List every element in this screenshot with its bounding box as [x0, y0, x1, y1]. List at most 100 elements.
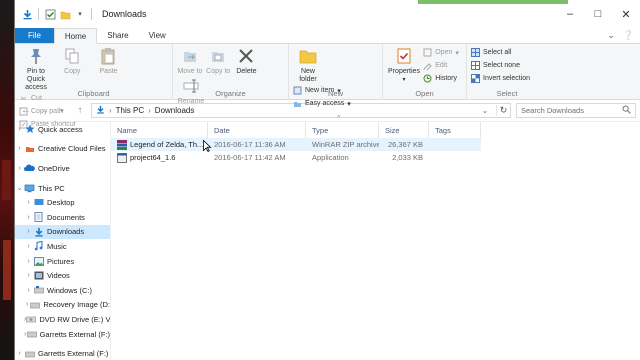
nav-item-documents[interactable]: › Documents [15, 210, 110, 225]
onedrive-icon [24, 163, 35, 173]
clipboard-group: Pin to Quick access Copy Paste ✂ Cut Cop… [15, 44, 173, 129]
paste-label: Paste [99, 68, 118, 75]
nav-item-this-pc[interactable]: ⌄ This PC [15, 181, 110, 196]
tab-home[interactable]: Home [53, 28, 98, 44]
column-header-tags[interactable]: Tags [429, 122, 481, 138]
delete-label: Delete [236, 68, 257, 75]
nav-item-pictures[interactable]: › Pictures [15, 254, 110, 269]
help-icon[interactable]: ❔ [623, 30, 634, 41]
properties-button[interactable]: Properties ▾ [387, 46, 421, 84]
invert-selection-label: Invert selection [483, 75, 531, 82]
delete-button[interactable]: Delete [233, 46, 259, 76]
nav-item-onedrive[interactable]: › OneDrive [15, 161, 110, 176]
paste-button[interactable]: Paste [91, 46, 125, 76]
new-group: New folder New item ▾ Easy access ▾ New [289, 44, 383, 108]
nav-item-garretts-external-f[interactable]: › Garretts External (F:) [15, 327, 110, 342]
delete-x-icon [236, 46, 256, 66]
application-icon [117, 152, 127, 163]
chevron-right-icon[interactable]: › [24, 214, 33, 221]
refresh-icon[interactable]: ↻ [496, 105, 510, 116]
nav-item-downloads[interactable]: › Downloads [15, 224, 110, 240]
file-name-cell: project64_1.6 [111, 152, 208, 163]
chevron-down-icon: ▾ [455, 49, 459, 57]
nav-label: DVD RW Drive (E:) V [39, 314, 111, 324]
column-header-size[interactable]: Size [379, 122, 429, 138]
chevron-down-icon[interactable]: ⌄ [15, 184, 24, 192]
move-to-button[interactable]: Move to [177, 46, 203, 76]
nav-item-windows-c[interactable]: › Windows (C:) [15, 283, 110, 298]
history-button[interactable]: History [423, 73, 459, 84]
nav-label: Downloads [47, 227, 85, 237]
properties-check-icon[interactable] [44, 8, 56, 20]
minimize-icon[interactable]: – [556, 0, 584, 28]
column-header-name[interactable]: Name [111, 122, 208, 138]
drive-icon [30, 300, 41, 310]
quick-access-toolbar: ▾ [15, 8, 94, 20]
close-icon[interactable]: ✕ [612, 0, 640, 28]
organize-group: Move to Copy to Delete Rename Organize [173, 44, 289, 105]
breadcrumb-downloads[interactable]: Downloads [155, 106, 195, 115]
search-input[interactable]: Search Downloads [516, 103, 636, 118]
chevron-right-icon[interactable]: › [15, 350, 24, 357]
easy-access-button[interactable]: Easy access ▾ [293, 98, 351, 109]
nav-item-creative-cloud[interactable]: › Creative Cloud Files [15, 142, 110, 157]
edit-button[interactable]: Edit [423, 60, 459, 71]
maximize-icon[interactable]: □ [584, 0, 612, 28]
nav-item-music[interactable]: › Music [15, 239, 110, 254]
file-date: 2016-06-17 11:42 AM [214, 153, 286, 162]
column-header-type[interactable]: Type [306, 122, 379, 138]
nav-label: Videos [47, 271, 70, 281]
clipboard-group-label: Clipboard [77, 89, 110, 98]
select-all-button[interactable]: Select all [471, 47, 530, 58]
chevron-right-icon[interactable]: › [24, 258, 33, 265]
chevron-right-icon[interactable]: › [15, 165, 24, 172]
chevron-down-icon[interactable]: ⌄ [607, 30, 615, 41]
file-row[interactable]: project64_1.6 2016-06-17 11:42 AM Applic… [111, 151, 481, 164]
chevron-right-icon[interactable]: › [24, 228, 33, 235]
invert-selection-button[interactable]: Invert selection [471, 73, 530, 84]
column-header-date[interactable]: Date [208, 122, 306, 138]
chevron-right-icon[interactable]: › [24, 243, 33, 250]
new-folder-label: New folder [299, 68, 317, 83]
new-folder-button[interactable]: New folder [293, 46, 323, 84]
cloud-icon [24, 144, 35, 154]
new-folder-icon[interactable] [59, 8, 71, 20]
open-button[interactable]: Open ▾ [423, 47, 459, 58]
pin-to-quick-access-button[interactable]: Pin to Quick access [19, 46, 53, 92]
tab-file[interactable]: File [15, 28, 54, 43]
tab-view[interactable]: View [139, 28, 176, 43]
search-icon [622, 105, 631, 116]
clipboard-paste-icon [98, 46, 118, 66]
copy-path-label: Copy path [31, 108, 63, 115]
chevron-right-icon[interactable]: › [24, 199, 33, 206]
nav-label: Desktop [47, 198, 75, 208]
edit-label: Edit [435, 62, 448, 69]
breadcrumb-this-pc[interactable]: This PC [116, 106, 144, 115]
select-group-label: Select [496, 89, 518, 98]
open-icon [423, 48, 432, 57]
nav-item-garretts-external-f-root[interactable]: › Garretts External (F:) [15, 346, 110, 360]
chevron-right-icon[interactable]: › [15, 145, 24, 152]
nav-label: Pictures [47, 256, 75, 266]
nav-item-desktop[interactable]: › Desktop [15, 195, 110, 210]
new-folder-icon [298, 46, 318, 66]
chevron-right-icon[interactable]: › [24, 287, 33, 294]
nav-item-videos[interactable]: › Videos [15, 268, 110, 283]
file-row[interactable]: Legend of Zelda, Th... 2016-06-17 11:36 … [111, 138, 481, 151]
chevron-down-icon[interactable]: ⌄ [478, 106, 492, 115]
nav-item-quick-access[interactable]: › Quick access [15, 122, 110, 137]
downloads-arrow-icon[interactable] [21, 8, 33, 20]
chevron-right-icon[interactable]: › [15, 126, 24, 133]
copy-button[interactable]: Copy [55, 46, 89, 76]
nav-item-recovery-d[interactable]: › Recovery Image (D: [15, 298, 110, 313]
nav-item-dvd-e[interactable]: › DVD RW Drive (E:) V [15, 312, 110, 327]
select-none-button[interactable]: Select none [471, 60, 530, 71]
nav-label: Garretts External (F:) [39, 329, 110, 339]
copy-to-button[interactable]: Copy to [205, 46, 231, 76]
tab-share[interactable]: Share [97, 28, 138, 43]
chevron-down-icon[interactable]: ▾ [74, 8, 86, 20]
copy-path-button[interactable]: Copy path [19, 106, 76, 117]
chevron-right-icon[interactable]: › [24, 272, 33, 279]
move-to-icon [180, 46, 200, 66]
select-group: Select all Select none Invert selection … [467, 44, 547, 100]
